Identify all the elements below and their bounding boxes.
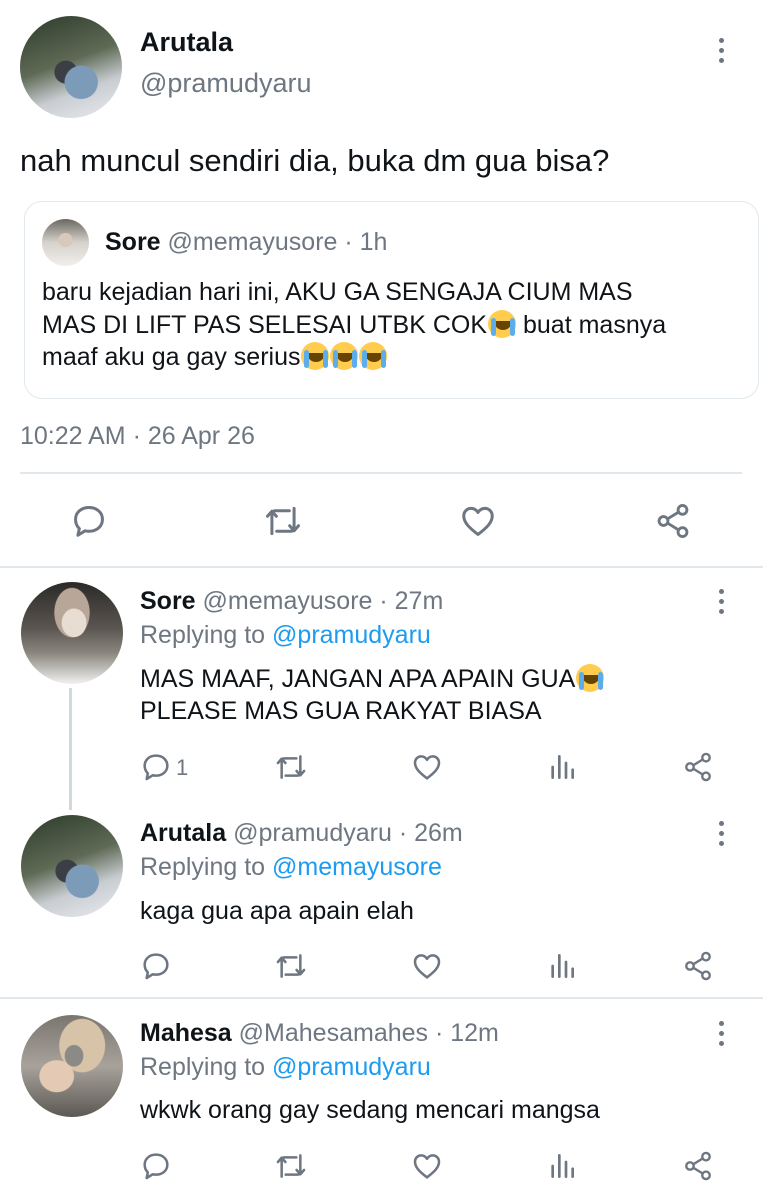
- comment-icon: [70, 502, 108, 540]
- quoted-tweet-line-3: maaf aku ga gay serius: [42, 343, 301, 371]
- reply-text-line-1: MAS MAAF, JANGAN APA APAIN GUA: [140, 665, 576, 693]
- share-icon: [682, 1150, 714, 1182]
- reply-button[interactable]: [140, 751, 172, 783]
- share-button[interactable]: [682, 950, 714, 982]
- analytics-button[interactable]: [546, 1150, 578, 1182]
- main-tweet-timestamp[interactable]: 10:22 AM · 26 Apr 26: [20, 422, 255, 451]
- quoted-tweet-display-name: Sore: [105, 228, 161, 256]
- share-button[interactable]: [682, 1150, 714, 1182]
- analytics-icon: [546, 1150, 578, 1182]
- comment-icon: [140, 1150, 172, 1182]
- reply-handle-time[interactable]: @Mahesamahes · 12m: [239, 1019, 499, 1047]
- reply-text-line-2: PLEASE MAS GUA RAKYAT BIASA: [140, 697, 542, 725]
- more-options-icon[interactable]: [716, 589, 726, 619]
- share-icon: [682, 950, 714, 982]
- reply-avatar[interactable]: [21, 815, 123, 917]
- like-button[interactable]: [411, 751, 443, 783]
- retweet-button[interactable]: [264, 502, 302, 540]
- loudly-crying-face-emoji: [301, 342, 330, 370]
- section-divider: [0, 997, 763, 999]
- quoted-tweet-line-1: baru kejadian hari ini, AKU GA SENGAJA C…: [42, 278, 633, 306]
- reply-display-name[interactable]: Mahesa: [140, 1019, 232, 1047]
- more-options-icon[interactable]: [716, 38, 726, 68]
- main-tweet-handle[interactable]: @pramudyaru: [140, 68, 311, 99]
- heart-icon: [411, 1150, 443, 1182]
- replying-to-link[interactable]: @pramudyaru: [272, 621, 431, 649]
- main-tweet-display-name[interactable]: Arutala: [140, 27, 233, 58]
- loudly-crying-face-emoji: [330, 342, 359, 370]
- reply-avatar[interactable]: [21, 1015, 123, 1117]
- replying-to-link[interactable]: @pramudyaru: [272, 1053, 431, 1081]
- reply-display-name[interactable]: Arutala: [140, 819, 226, 847]
- comment-icon: [140, 950, 172, 982]
- quoted-tweet-line-2: MAS DI LIFT PAS SELESAI UTBK COK: [42, 311, 488, 339]
- retweet-icon: [264, 502, 302, 540]
- like-button[interactable]: [411, 950, 443, 982]
- retweet-icon: [275, 751, 307, 783]
- thread-line: [69, 688, 72, 810]
- analytics-icon: [546, 751, 578, 783]
- share-button[interactable]: [654, 502, 692, 540]
- quoted-tweet-avatar: [42, 219, 89, 266]
- heart-icon: [411, 950, 443, 982]
- reply-display-name[interactable]: Sore: [140, 587, 196, 615]
- reply-button[interactable]: [70, 502, 108, 540]
- reply-handle-time[interactable]: @pramudyaru · 26m: [233, 819, 463, 847]
- retweet-icon: [275, 950, 307, 982]
- replying-to-link[interactable]: @memayusore: [272, 853, 442, 881]
- loudly-crying-face-emoji: [576, 664, 605, 692]
- reply-handle-time[interactable]: @memayusore · 27m: [203, 587, 444, 615]
- analytics-icon: [546, 950, 578, 982]
- section-divider: [0, 566, 763, 568]
- comment-icon: [140, 751, 172, 783]
- analytics-button[interactable]: [546, 751, 578, 783]
- reply-button[interactable]: [140, 950, 172, 982]
- reply-avatar[interactable]: [21, 582, 123, 684]
- heart-icon: [459, 502, 497, 540]
- more-options-icon[interactable]: [716, 1021, 726, 1051]
- heart-icon: [411, 751, 443, 783]
- retweet-button[interactable]: [275, 751, 307, 783]
- like-button[interactable]: [411, 1150, 443, 1182]
- more-options-icon[interactable]: [716, 821, 726, 851]
- reply-text-line-1: wkwk orang gay sedang mencari mangsa: [140, 1096, 600, 1124]
- loudly-crying-face-emoji: [359, 342, 388, 370]
- loudly-crying-face-emoji: [488, 310, 517, 338]
- replying-to-label: Replying to: [140, 621, 273, 649]
- quoted-tweet-line-2-end: buat masnya: [516, 311, 667, 339]
- divider: [20, 472, 742, 474]
- share-icon: [682, 751, 714, 783]
- reply-count: 1: [176, 755, 189, 780]
- retweet-icon: [275, 1150, 307, 1182]
- retweet-button[interactable]: [275, 950, 307, 982]
- replying-to-label: Replying to: [140, 1053, 273, 1081]
- analytics-button[interactable]: [546, 950, 578, 982]
- reply-text-line-1: kaga gua apa apain elah: [140, 897, 414, 925]
- replying-to-label: Replying to: [140, 853, 273, 881]
- reply-button[interactable]: [140, 1150, 172, 1182]
- like-button[interactable]: [459, 502, 497, 540]
- quoted-tweet-handle-time: @memayusore · 1h: [167, 228, 388, 256]
- share-button[interactable]: [682, 751, 714, 783]
- main-tweet-avatar[interactable]: [20, 16, 122, 118]
- main-tweet-text: nah muncul sendiri dia, buka dm gua bisa…: [20, 143, 610, 178]
- retweet-button[interactable]: [275, 1150, 307, 1182]
- share-icon: [654, 502, 692, 540]
